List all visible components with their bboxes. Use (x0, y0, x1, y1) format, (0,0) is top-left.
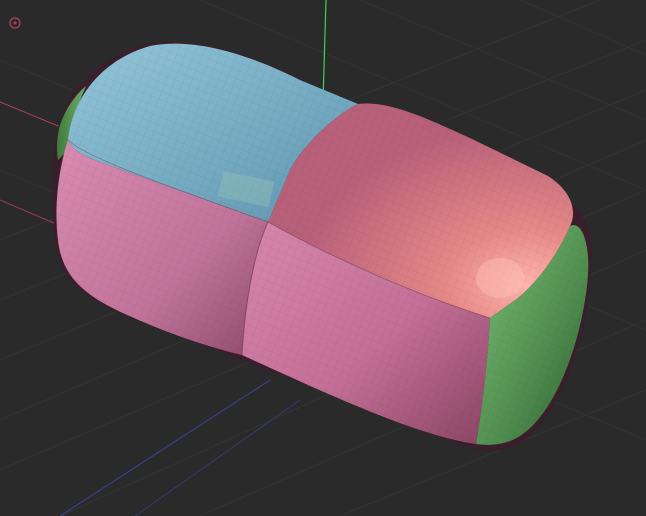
mesh-object[interactable] (52, 41, 592, 451)
viewport-canvas[interactable] (0, 0, 646, 516)
origin-dot-icon (13, 21, 17, 25)
z-axis-line (59, 379, 271, 516)
3d-viewport[interactable] (0, 0, 646, 516)
mesh-highlight (476, 258, 524, 298)
x-axis-line-lower (0, 199, 57, 225)
z-axis-line-2 (134, 399, 301, 516)
